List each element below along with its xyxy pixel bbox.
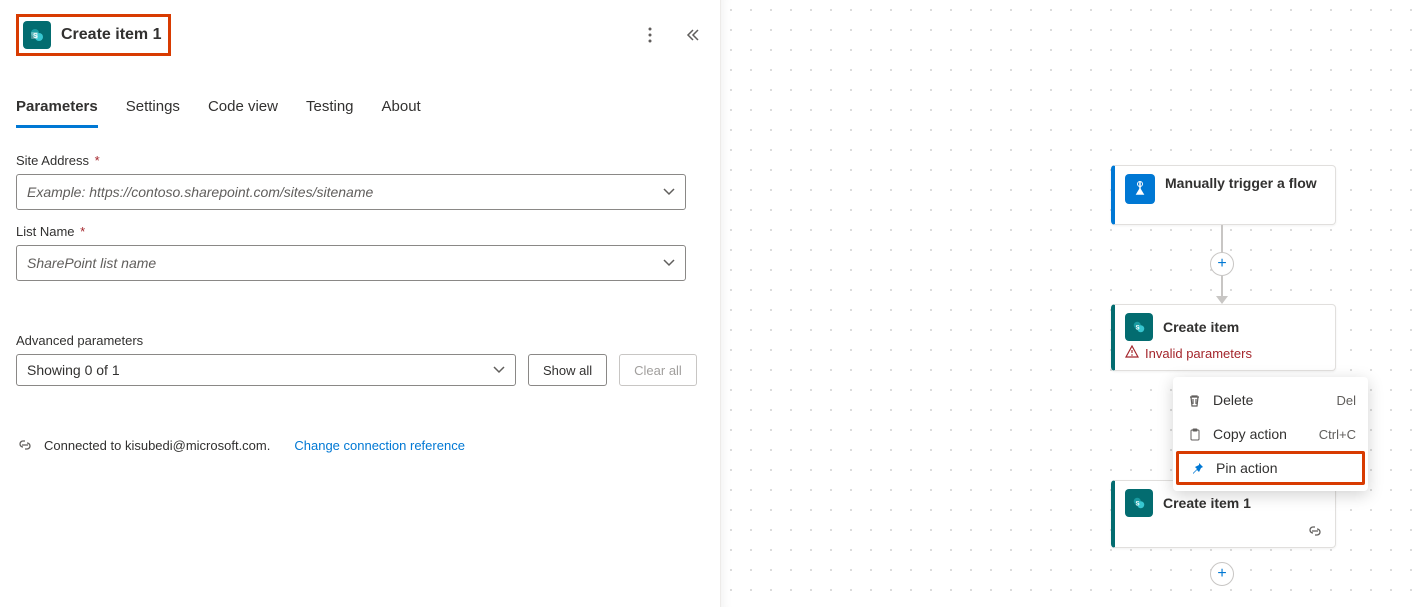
connection-text: Connected to kisubedi@microsoft.com.: [44, 438, 270, 453]
panel-header: S Create item 1: [16, 14, 704, 56]
more-menu-button[interactable]: [638, 23, 662, 47]
menu-copy[interactable]: Copy action Ctrl+C: [1173, 417, 1368, 451]
error-row: Invalid parameters: [1125, 345, 1325, 362]
field-list-name: List Name * SharePoint list name: [16, 224, 704, 281]
panel-title-block: S Create item 1: [16, 14, 171, 56]
arrow-down-icon: [1216, 296, 1228, 304]
tab-testing[interactable]: Testing: [306, 92, 354, 128]
menu-copy-shortcut: Ctrl+C: [1319, 427, 1356, 442]
error-text: Invalid parameters: [1145, 346, 1252, 361]
advanced-parameters-dropdown[interactable]: Showing 0 of 1: [16, 354, 516, 386]
trigger-node-label: Manually trigger a flow: [1165, 174, 1317, 216]
tab-code-view[interactable]: Code view: [208, 92, 278, 128]
menu-pin[interactable]: Pin action: [1176, 451, 1365, 485]
required-indicator: *: [95, 153, 100, 168]
clipboard-icon: [1185, 425, 1203, 443]
field-site-address: Site Address * Example: https://contoso.…: [16, 153, 704, 210]
site-address-placeholder: Example: https://contoso.sharepoint.com/…: [27, 184, 373, 200]
menu-delete[interactable]: Delete Del: [1173, 383, 1368, 417]
collapse-panel-button[interactable]: [680, 23, 704, 47]
panel-header-controls: [638, 23, 704, 47]
flow-canvas[interactable]: Manually trigger a flow + S Create item …: [720, 0, 1423, 607]
list-name-placeholder: SharePoint list name: [27, 255, 156, 271]
site-address-label-text: Site Address: [16, 153, 89, 168]
trash-icon: [1185, 391, 1203, 409]
create-item-1-label: Create item 1: [1163, 494, 1251, 512]
create-item-label: Create item: [1163, 318, 1239, 336]
list-name-dropdown[interactable]: SharePoint list name: [16, 245, 686, 281]
advanced-parameters-row: Showing 0 of 1 Show all Clear all: [16, 354, 704, 386]
link-icon: [1307, 523, 1325, 541]
create-item-row: S Create item: [1125, 313, 1325, 341]
show-all-button[interactable]: Show all: [528, 354, 607, 386]
list-name-label: List Name *: [16, 224, 704, 239]
node-footer: [1125, 523, 1325, 541]
menu-delete-label: Delete: [1213, 392, 1253, 408]
add-step-button[interactable]: +: [1210, 252, 1234, 276]
chevron-down-icon: [663, 185, 675, 199]
menu-delete-shortcut: Del: [1336, 393, 1356, 408]
menu-copy-label: Copy action: [1213, 426, 1287, 442]
connection-row: Connected to kisubedi@microsoft.com. Cha…: [16, 436, 704, 454]
create-item-1-row: S Create item 1: [1125, 489, 1325, 517]
sharepoint-icon: S: [1125, 489, 1153, 517]
chevron-down-icon: [493, 363, 505, 377]
link-icon: [16, 436, 34, 454]
svg-text:S: S: [1136, 325, 1140, 332]
trigger-node[interactable]: Manually trigger a flow: [1111, 165, 1336, 225]
required-indicator: *: [80, 224, 85, 239]
tab-parameters[interactable]: Parameters: [16, 92, 98, 128]
touch-icon: [1125, 174, 1155, 204]
menu-pin-label: Pin action: [1216, 460, 1277, 476]
site-address-label: Site Address *: [16, 153, 704, 168]
sharepoint-icon: S: [23, 21, 51, 49]
panel-title: Create item 1: [61, 26, 162, 44]
tab-bar: Parameters Settings Code view Testing Ab…: [16, 92, 704, 129]
context-menu: Delete Del Copy action Ctrl+C Pin action: [1173, 377, 1368, 491]
chevron-down-icon: [663, 256, 675, 270]
advanced-parameters-label: Advanced parameters: [16, 333, 704, 348]
warning-icon: [1125, 345, 1139, 362]
sharepoint-icon: S: [1125, 313, 1153, 341]
tab-about[interactable]: About: [382, 92, 421, 128]
svg-text:S: S: [1136, 501, 1140, 508]
svg-text:S: S: [33, 33, 38, 40]
tab-settings[interactable]: Settings: [126, 92, 180, 128]
clear-all-button: Clear all: [619, 354, 697, 386]
create-item-node[interactable]: S Create item Invalid parameters: [1111, 304, 1336, 371]
list-name-label-text: List Name: [16, 224, 75, 239]
site-address-dropdown[interactable]: Example: https://contoso.sharepoint.com/…: [16, 174, 686, 210]
change-connection-link[interactable]: Change connection reference: [294, 438, 465, 453]
add-step-button[interactable]: +: [1210, 562, 1234, 586]
properties-panel: S Create item 1 Parameters Settings Code…: [0, 0, 720, 607]
pin-icon: [1188, 459, 1206, 477]
advanced-showing-text: Showing 0 of 1: [27, 362, 120, 378]
connector-line: [1221, 225, 1223, 253]
